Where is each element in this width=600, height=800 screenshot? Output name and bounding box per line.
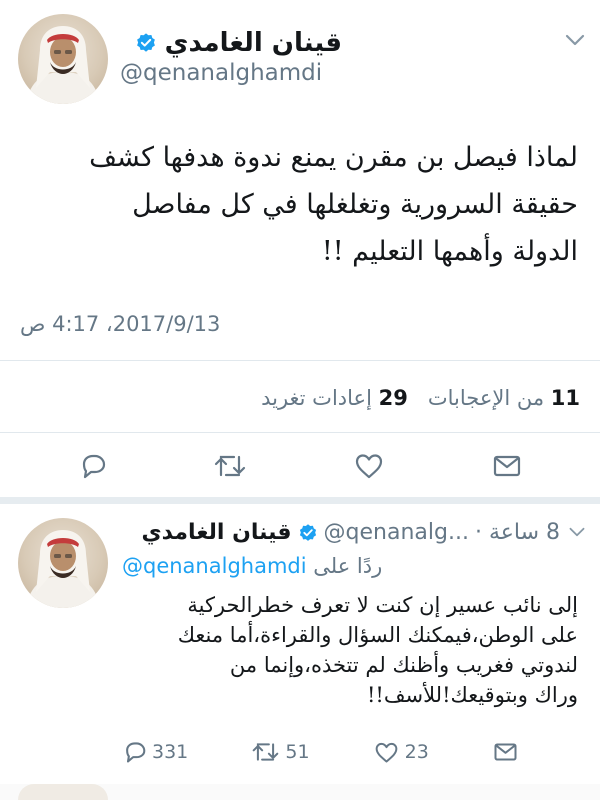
reply-action[interactable]: 331 bbox=[122, 740, 188, 764]
section-separator bbox=[0, 497, 600, 504]
retweet-action[interactable]: 51 bbox=[252, 741, 310, 763]
like-action[interactable]: 23 bbox=[374, 741, 429, 764]
like-icon[interactable] bbox=[354, 452, 384, 480]
verified-badge-icon bbox=[299, 523, 316, 541]
time-ago[interactable]: 8 ساعة · bbox=[475, 520, 560, 545]
reply-count: 331 bbox=[152, 741, 189, 763]
avatar-peek bbox=[18, 784, 108, 800]
reply-text-line: لندوتي فغريب وأظنك لم تتخذه،وإنما من bbox=[229, 653, 578, 677]
reply-tweet[interactable]: 8 ساعة · @qenanalg... قينان الغامدي @qen… bbox=[0, 504, 600, 784]
likes-label: من الإعجابات bbox=[427, 386, 545, 410]
dm-icon[interactable] bbox=[492, 454, 522, 478]
chevron-down-icon[interactable] bbox=[564, 33, 586, 47]
likes-count: 11 bbox=[550, 386, 580, 410]
main-action-bar bbox=[78, 452, 522, 480]
handle[interactable]: @qenanalghamdi bbox=[120, 60, 322, 86]
reply-icon[interactable] bbox=[122, 740, 146, 764]
divider bbox=[0, 360, 600, 361]
profile-photo bbox=[26, 530, 100, 608]
replying-to: @qenanalghamdi ردًا على bbox=[122, 554, 382, 578]
retweets-stat[interactable]: 29 إعادات تغريد bbox=[261, 386, 408, 410]
reply-text-line: على الوطن،فيمكنك السؤال والقراءة،أما منع… bbox=[177, 623, 578, 647]
replying-to-handle[interactable]: @qenanalghamdi bbox=[122, 554, 307, 578]
retweets-label: إعادات تغريد bbox=[261, 386, 372, 410]
profile-photo bbox=[26, 26, 100, 104]
timestamp[interactable]: 2017/9/13، 4:17 ص bbox=[20, 312, 220, 336]
retweet-icon[interactable] bbox=[252, 741, 279, 763]
display-name[interactable]: قينان الغامدي bbox=[165, 28, 342, 58]
chevron-down-icon[interactable] bbox=[568, 526, 586, 538]
dm-icon[interactable] bbox=[493, 742, 518, 762]
avatar[interactable] bbox=[18, 518, 108, 608]
replying-to-label: ردًا على bbox=[313, 554, 383, 578]
handle[interactable]: @qenanalg... bbox=[324, 520, 469, 545]
divider bbox=[0, 432, 600, 433]
next-tweet-peek bbox=[0, 784, 600, 800]
reply-text-line: إلى نائب عسير إن كنت لا تعرف خطرالحركية bbox=[187, 593, 578, 617]
tweet-text-line: الدولة وأهمها التعليم !! bbox=[321, 236, 578, 267]
retweet-icon[interactable] bbox=[214, 453, 246, 479]
tweet-text-line: لماذا فيصل بن مقرن يمنع ندوة هدفها كشف bbox=[89, 142, 578, 173]
retweet-count: 51 bbox=[285, 741, 310, 763]
like-count: 23 bbox=[404, 741, 429, 763]
like-icon[interactable] bbox=[374, 741, 399, 764]
display-name-row[interactable]: قينان الغامدي bbox=[135, 28, 342, 58]
tweet-text: لماذا فيصل بن مقرن يمنع ندوة هدفها كشف ح… bbox=[18, 134, 578, 275]
engagement-stats: 11 من الإعجابات 29 إعادات تغريد bbox=[261, 386, 580, 410]
reply-action-bar: 331 51 23 bbox=[122, 740, 518, 764]
verified-badge-icon bbox=[136, 33, 155, 52]
reply-text: إلى نائب عسير إن كنت لا تعرف خطرالحركية … bbox=[118, 590, 578, 710]
display-name[interactable]: قينان الغامدي bbox=[142, 520, 292, 545]
retweets-count: 29 bbox=[378, 386, 408, 410]
dm-action[interactable] bbox=[493, 742, 518, 762]
avatar[interactable] bbox=[18, 14, 108, 104]
reply-icon[interactable] bbox=[78, 452, 106, 480]
main-tweet: قينان الغامدي @qenanalghamdi لماذا فيصل … bbox=[0, 0, 600, 503]
reply-header: 8 ساعة · @qenanalg... قينان الغامدي bbox=[142, 520, 561, 545]
reply-text-line: وراك وبتوقيعك!للأسف!! bbox=[366, 683, 578, 707]
tweet-text-line: حقيقة السرورية وتغلغلها في كل مفاصل bbox=[132, 189, 578, 220]
likes-stat[interactable]: 11 من الإعجابات bbox=[428, 386, 580, 410]
